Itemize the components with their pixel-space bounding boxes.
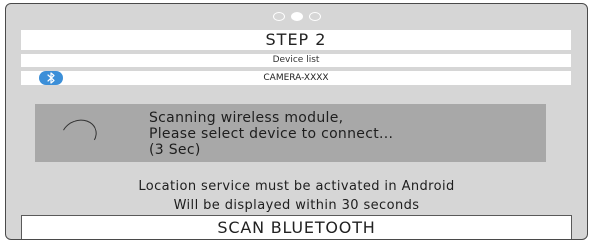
- page-dot-2-active: [290, 12, 303, 21]
- device-list-item[interactable]: CAMERA-XXXX: [21, 71, 571, 85]
- page-indicator: [6, 12, 587, 21]
- step-title: STEP 2: [21, 30, 571, 50]
- device-name: CAMERA-XXXX: [263, 73, 329, 83]
- location-notice-line-1: Location service must be activated in An…: [138, 179, 455, 194]
- location-notice-line-2: Will be displayed within 30 seconds: [173, 198, 420, 213]
- scanning-message-line-3: (3 Sec): [149, 142, 201, 158]
- location-notice: Location service must be activated in An…: [6, 177, 587, 215]
- device-list-header: Device list: [21, 54, 571, 67]
- loading-spinner-icon: [56, 114, 102, 156]
- scan-bluetooth-button[interactable]: SCAN BLUETOOTH: [21, 215, 572, 239]
- page-dot-3: [308, 12, 321, 21]
- scanning-message-line-1: Scanning wireless module,: [149, 110, 344, 126]
- app-frame: STEP 2 Device list CAMERA-XXXX Scanning …: [5, 3, 588, 240]
- scanning-message: Scanning wireless module, Please select …: [149, 110, 393, 158]
- page-dot-1: [272, 12, 285, 21]
- scanning-status-box: Scanning wireless module, Please select …: [35, 104, 546, 162]
- scanning-message-line-2: Please select device to connect...: [149, 126, 394, 142]
